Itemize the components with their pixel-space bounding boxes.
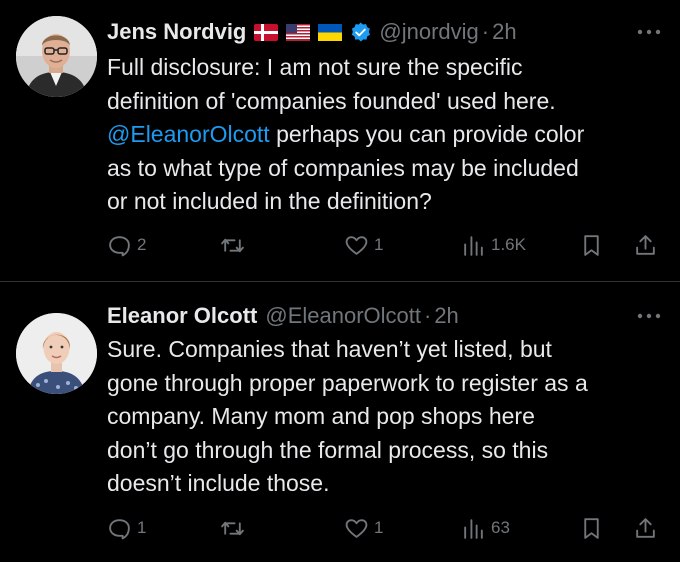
heart-icon <box>345 235 368 255</box>
share-button[interactable] <box>633 230 658 260</box>
tweet-text: Sure. Companies that haven’t yet listed,… <box>107 333 667 501</box>
tweet-header: Jens Nordvig @jnordvig · 2h <box>107 18 517 46</box>
reply-count: 1 <box>137 518 147 537</box>
text-run: gone through proper paperwork to registe… <box>107 369 588 396</box>
tweet-text-line: or not included in the definition? <box>107 185 667 219</box>
text-run: don’t go through the formal process, so … <box>107 436 549 463</box>
text-run: perhaps you can provide color <box>269 121 585 147</box>
reply-button[interactable]: 1 <box>107 513 146 543</box>
text-run: doesn’t include those. <box>107 470 330 496</box>
reply-icon <box>109 235 130 256</box>
more-options-icon[interactable] <box>631 306 667 326</box>
author-handle[interactable]: @jnordvig <box>379 19 478 45</box>
bookmark-button[interactable] <box>579 230 604 260</box>
tweet-text: Full disclosure: I am not sure the speci… <box>107 51 667 219</box>
tweet-text-line: gone through proper paperwork to registe… <box>107 367 667 401</box>
text-run: company. Many mom and pop shops here <box>107 403 535 429</box>
tweet-jens-nordvig[interactable]: Jens Nordvig @jnordvig · 2h Full disclos… <box>0 0 680 282</box>
text-run: definition of 'companies founded' used h… <box>107 87 556 114</box>
tweet-divider <box>0 281 680 282</box>
text-run: Full disclosure: I am not sure the speci… <box>107 54 523 80</box>
separator-dot: · <box>481 19 490 44</box>
text-run: as to what type of companies may be incl… <box>107 154 579 181</box>
bookmark-icon <box>584 517 599 539</box>
tweet-text-line: definition of 'companies founded' used h… <box>107 85 667 119</box>
mention-link[interactable]: @EleanorOlcott <box>107 121 270 147</box>
retweet-button[interactable] <box>220 513 250 543</box>
usa-flag-icon <box>286 23 311 41</box>
tweet-text-line: Sure. Companies that haven’t yet listed,… <box>107 333 667 367</box>
bookmark-icon <box>584 234 599 256</box>
timestamp[interactable]: 2h <box>434 303 458 329</box>
views-button[interactable]: 63 <box>461 513 510 543</box>
share-button[interactable] <box>633 513 658 543</box>
verified-badge-icon <box>352 21 371 41</box>
retweet-icon <box>221 238 244 252</box>
tweet-actions: 2 1 1.6K <box>107 230 667 260</box>
timestamp[interactable]: 2h <box>492 19 516 45</box>
like-count: 1 <box>374 235 384 254</box>
like-button[interactable]: 1 <box>344 513 383 543</box>
author-handle[interactable]: @EleanorOlcott <box>265 303 421 329</box>
text-run: Sure. Companies that haven’t yet listed,… <box>107 336 552 362</box>
tweet-header: Eleanor Olcott @EleanorOlcott · 2h <box>107 302 459 330</box>
tweet-text-line: don’t go through the formal process, so … <box>107 434 667 468</box>
like-button[interactable]: 1 <box>344 230 383 260</box>
text-run: or not included in the definition? <box>107 188 432 214</box>
bookmark-button[interactable] <box>579 513 604 543</box>
tweet-eleanor-olcott[interactable]: Eleanor Olcott @EleanorOlcott · 2h Sure.… <box>0 283 680 562</box>
share-icon <box>636 234 655 255</box>
reply-icon <box>109 518 130 539</box>
reply-count: 2 <box>137 235 147 254</box>
view-count: 63 <box>491 518 510 537</box>
author-name[interactable]: Eleanor Olcott <box>107 303 257 329</box>
denmark-flag-icon <box>254 23 279 41</box>
avatar[interactable] <box>16 313 97 394</box>
ukraine-flag-icon <box>318 23 343 41</box>
tweet-text-line: company. Many mom and pop shops here <box>107 400 667 434</box>
author-name[interactable]: Jens Nordvig <box>107 19 246 45</box>
share-icon <box>636 517 655 538</box>
tweet-text-line: Full disclosure: I am not sure the speci… <box>107 51 667 85</box>
separator-dot: · <box>423 303 432 328</box>
analytics-icon <box>464 235 483 256</box>
analytics-icon <box>464 518 483 539</box>
retweet-button[interactable] <box>220 230 250 260</box>
like-count: 1 <box>374 518 384 537</box>
view-count: 1.6K <box>491 235 526 254</box>
heart-icon <box>345 518 368 538</box>
avatar[interactable] <box>16 16 97 97</box>
tweet-text-line: doesn’t include those. <box>107 467 667 501</box>
tweet-text-line: as to what type of companies may be incl… <box>107 152 667 186</box>
reply-button[interactable]: 2 <box>107 230 146 260</box>
retweet-icon <box>221 521 244 535</box>
tweet-text-line: @EleanorOlcott perhaps you can provide c… <box>107 118 667 152</box>
tweet-actions: 1 1 63 <box>107 513 667 543</box>
more-options-icon[interactable] <box>631 22 667 42</box>
views-button[interactable]: 1.6K <box>461 230 526 260</box>
